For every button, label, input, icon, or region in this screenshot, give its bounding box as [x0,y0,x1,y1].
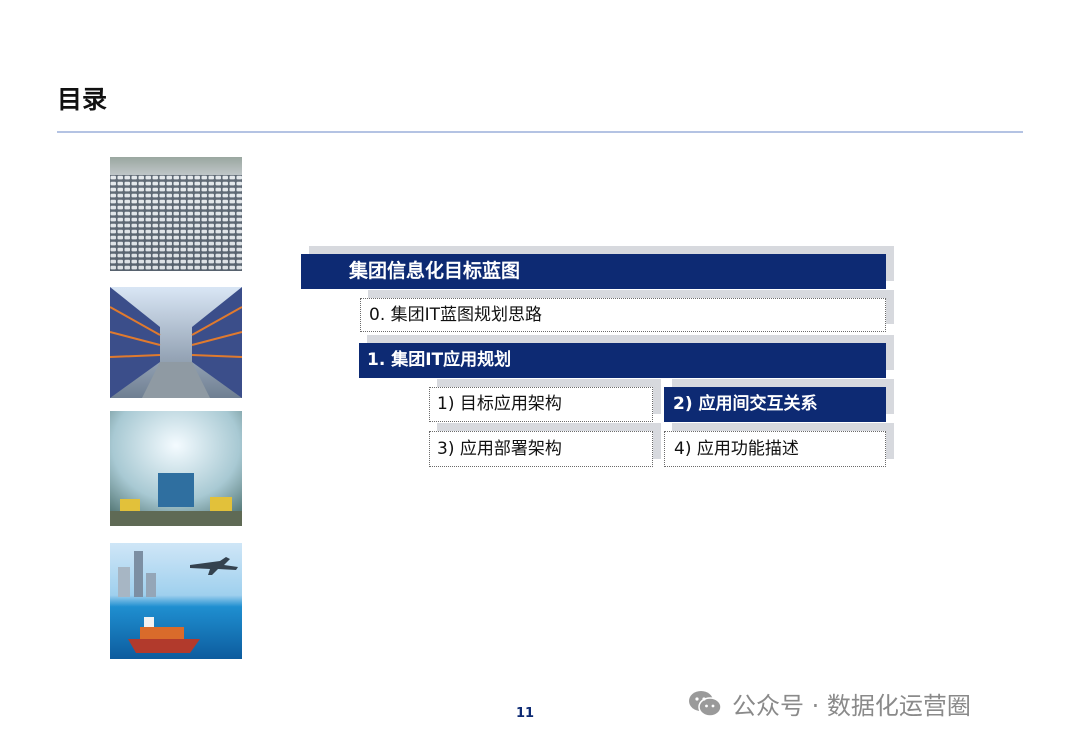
toc-subitem-target-architecture[interactable]: 1) 目标应用架构 [429,387,653,422]
watermark-text: 公众号 · 数据化运营圈 [732,692,971,720]
warehouse-shelves-photo [110,287,242,398]
page-number: 11 [515,706,535,721]
car-parking-lot-photo [110,157,242,271]
port-ship-plane-photo [110,543,242,659]
toc-subitem-deployment-architecture[interactable]: 3) 应用部署架构 [429,431,653,467]
toc-section-header[interactable]: 集团信息化目标蓝图 [301,254,886,289]
watermark: 公众号 · 数据化运营圈 [688,686,971,721]
toc-subitem-interaction-relations[interactable]: 2) 应用间交互关系 [664,387,886,422]
factory-hall-photo [110,411,242,526]
wechat-icon [688,690,722,718]
title-divider [57,131,1023,133]
page-title: 目录 [57,85,108,114]
toc-subitem-function-description[interactable]: 4) 应用功能描述 [664,431,886,467]
toc-item-blueprint-approach[interactable]: 0. 集团IT蓝图规划思路 [360,298,886,332]
toc-item-application-planning[interactable]: 1. 集团IT应用规划 [359,343,886,378]
